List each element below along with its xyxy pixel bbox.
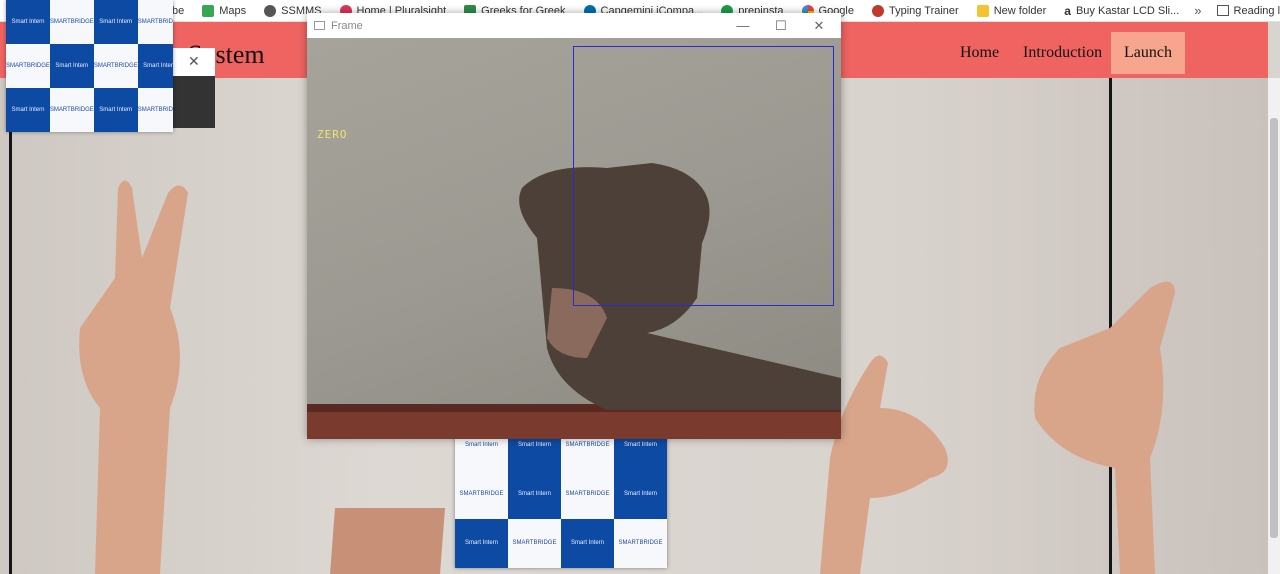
detection-box (573, 46, 834, 306)
checker-cell: SMARTBRIDGE (49, 88, 94, 132)
close-button[interactable]: ✕ (801, 16, 837, 36)
bookmarks-overflow-button[interactable]: » (1188, 3, 1207, 18)
frame-titlebar[interactable]: Frame — ☐ ✕ (307, 13, 841, 38)
reading-list-icon (1216, 5, 1229, 16)
dialog-titlebar: ✕ (170, 48, 215, 76)
bookmark-label: Typing Trainer (889, 4, 959, 17)
checker-cell: Smart Intern (49, 44, 94, 88)
checkerboard-window: Smart Intern Smart Intern SMARTBRIDGE Sm… (455, 420, 667, 568)
checker-cell: Smart Intern (614, 469, 667, 519)
checker-cell: Smart Intern (561, 518, 614, 568)
checker-cell: Smart Intern (455, 518, 508, 568)
frame-window: Frame — ☐ ✕ ZERO (307, 13, 841, 439)
close-icon[interactable]: ✕ (188, 53, 200, 70)
frame-title: Frame (331, 19, 363, 32)
bookmark-label: New folder (993, 4, 1047, 17)
checker-cell: SMARTBRIDGE (455, 469, 508, 519)
bookmark-amazon[interactable]: a Buy Kastar LCD Sli... (1055, 0, 1188, 22)
checker-cell: SMARTBRIDGE (93, 44, 138, 88)
bookmark-label: be (172, 4, 185, 17)
checker-cell: Smart Intern (93, 88, 138, 132)
webcam-feed: ZERO (307, 38, 841, 439)
checker-cell: SMARTBRIDGE (137, 88, 173, 132)
folder-icon (976, 4, 989, 17)
bookmark-label: Maps (219, 4, 247, 17)
checker-cell: SMARTBRIDGE (6, 44, 50, 88)
checker-cell: Smart Intern (508, 469, 561, 519)
checker-cell: SMARTBRIDGE (614, 518, 667, 568)
minimize-button[interactable]: — (725, 16, 761, 36)
background-dialog: ✕ (170, 48, 215, 128)
nav-introduction[interactable]: Introduction (1010, 32, 1115, 74)
maximize-button[interactable]: ☐ (763, 16, 799, 36)
checker-cell: Smart Intern (6, 0, 50, 44)
page-scrollbar[interactable] (1268, 78, 1280, 574)
checker-cell: SMARTBRIDGE (508, 518, 561, 568)
bookmark-maps[interactable]: Maps (193, 0, 255, 22)
checker-cell: SMARTBRIDGE (49, 0, 94, 44)
amazon-icon: a (1064, 3, 1071, 18)
globe-icon (264, 4, 277, 17)
reading-list-button[interactable]: Reading list (1208, 0, 1280, 22)
prediction-label: ZERO (317, 128, 348, 141)
checker-cell: SMARTBRIDGE (137, 0, 173, 44)
nav-launch[interactable]: Launch (1111, 32, 1185, 74)
bookmark-new-folder[interactable]: New folder (968, 0, 1056, 22)
checker-cell: Smart Intern (6, 88, 50, 132)
window-icon (314, 21, 325, 30)
reading-list-label: Reading list (1233, 4, 1280, 17)
bookmark-typing-trainer[interactable]: Typing Trainer (863, 0, 968, 22)
maps-icon (202, 4, 215, 17)
bookmark-label: Buy Kastar LCD Sli... (1075, 4, 1180, 17)
scrollbar-thumb[interactable] (1270, 118, 1278, 538)
checkerboard-window: Smart Intern SMARTBRIDGE Smart Intern SM… (6, 0, 173, 132)
typing-trainer-icon (872, 4, 884, 17)
nav-home[interactable]: Home (947, 32, 1012, 74)
checker-cell: Smart Intern (137, 44, 173, 88)
checker-cell: Smart Intern (93, 0, 138, 44)
checker-cell: SMARTBRIDGE (561, 469, 614, 519)
